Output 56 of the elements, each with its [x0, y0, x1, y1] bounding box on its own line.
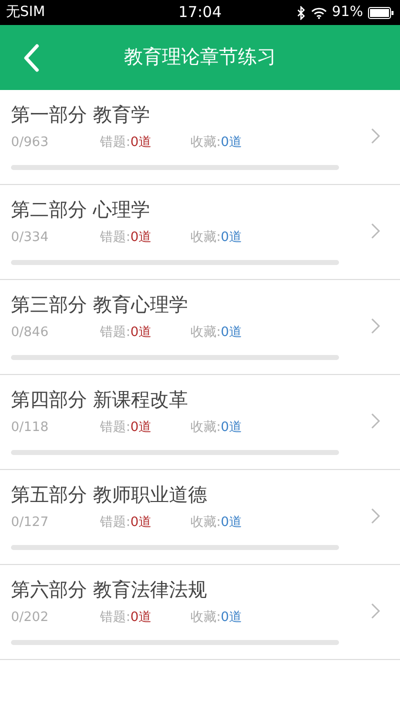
chapter-title: 第二部分 心理学 [11, 199, 150, 221]
wrong-count: 0道 [130, 134, 153, 152]
chapter-title: 第五部分 教师职业道德 [11, 484, 208, 506]
chevron-right-icon [371, 603, 380, 619]
favorite-count: 0道 [220, 514, 242, 532]
progress-count: 0/127 [11, 514, 50, 532]
favorite-count: 0道 [220, 419, 242, 437]
chapter-title: 第四部分 新课程改革 [11, 389, 188, 411]
chevron-right-icon [371, 413, 380, 429]
wrong-label: 错题: [100, 134, 130, 152]
chapter-row[interactable]: 第四部分 新课程改革 0/118 错题:0道 收藏:0道 [0, 375, 400, 470]
wrong-label: 错题: [100, 609, 130, 627]
wrong-label: 错题: [100, 514, 130, 532]
chapter-row[interactable]: 第六部分 教育法律法规 0/202 错题:0道 收藏:0道 [0, 565, 400, 660]
favorite-label: 收藏: [190, 229, 221, 247]
battery-icon [368, 6, 394, 18]
wrong-count: 0道 [130, 419, 153, 437]
chapter-title: 第一部分 教育学 [11, 104, 150, 126]
carrier-label: 无SIM [6, 3, 46, 22]
page-title: 教育理论章节练习 [124, 45, 276, 70]
chapter-title: 第三部分 教育心理学 [11, 294, 188, 316]
back-icon [23, 44, 39, 72]
progress-count: 0/334 [11, 229, 50, 247]
favorite-count: 0道 [220, 229, 242, 247]
progress-count: 0/846 [11, 324, 50, 342]
favorite-label: 收藏: [190, 514, 221, 532]
progress-count: 0/202 [11, 609, 50, 627]
favorite-label: 收藏: [190, 134, 221, 152]
wrong-count: 0道 [130, 229, 153, 247]
favorite-count: 0道 [220, 609, 242, 627]
wrong-count: 0道 [130, 324, 153, 342]
chapter-row[interactable]: 第五部分 教师职业道德 0/127 错题:0道 收藏:0道 [0, 470, 400, 565]
chapter-row[interactable]: 第三部分 教育心理学 0/846 错题:0道 收藏:0道 [0, 280, 400, 375]
chevron-right-icon [371, 223, 380, 239]
chapter-title: 第六部分 教育法律法规 [11, 579, 208, 601]
wrong-count: 0道 [130, 609, 153, 627]
wrong-label: 错题: [100, 324, 130, 342]
wrong-count: 0道 [130, 514, 153, 532]
chevron-right-icon [371, 318, 380, 334]
chevron-right-icon [371, 508, 380, 524]
favorite-label: 收藏: [190, 419, 221, 437]
wifi-icon [310, 6, 327, 18]
chevron-right-icon [371, 128, 380, 144]
wrong-label: 错题: [100, 229, 130, 247]
favorite-count: 0道 [220, 134, 242, 152]
progress-count: 0/118 [11, 419, 50, 437]
chapter-row[interactable]: 第一部分 教育学 0/963 错题:0道 收藏:0道 [0, 90, 400, 185]
wrong-label: 错题: [100, 419, 130, 437]
favorite-label: 收藏: [190, 324, 221, 342]
chapter-row[interactable]: 第二部分 心理学 0/334 错题:0道 收藏:0道 [0, 185, 400, 280]
clock: 17:04 [178, 2, 222, 24]
battery-percent: 91% [332, 3, 363, 22]
favorite-label: 收藏: [190, 609, 221, 627]
progress-count: 0/963 [11, 134, 50, 152]
favorite-count: 0道 [220, 324, 242, 342]
bluetooth-icon [296, 6, 306, 20]
